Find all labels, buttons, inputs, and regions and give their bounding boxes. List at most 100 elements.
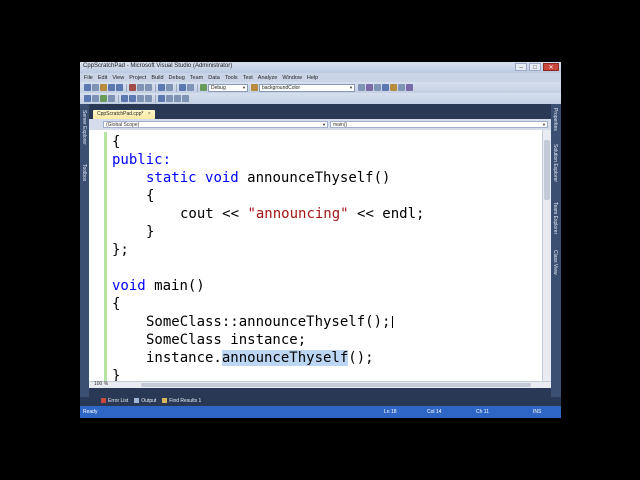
copy-icon[interactable] <box>137 84 144 91</box>
document-tab-label: CppScratchPad.cpp* <box>97 111 144 117</box>
toolbar-separator <box>155 94 156 103</box>
output-tab[interactable]: Output <box>134 398 156 404</box>
menu-data[interactable]: Data <box>208 75 220 81</box>
parameter-info-icon[interactable] <box>92 95 99 102</box>
object-browser-icon[interactable] <box>382 84 389 91</box>
extension-manager-icon[interactable] <box>406 84 413 91</box>
next-bookmark-icon[interactable] <box>174 95 181 102</box>
menu-debug[interactable]: Debug <box>169 75 185 81</box>
code-token: "announcing" <box>247 206 349 222</box>
find-results-label: Find Results 1 <box>169 397 202 404</box>
start-debugging-icon[interactable] <box>200 84 207 91</box>
code-token: main() <box>154 278 205 294</box>
find-combo[interactable]: backgroundColor ▼ <box>259 83 355 92</box>
find-in-files-icon[interactable] <box>251 84 258 91</box>
horizontal-scroll-row: 100 % <box>89 381 551 388</box>
add-item-icon[interactable] <box>92 84 99 91</box>
text-caret <box>392 316 394 328</box>
save-icon[interactable] <box>108 84 115 91</box>
redo-icon[interactable] <box>166 84 173 91</box>
code-editor[interactable]: { public: static void announceThyself() … <box>89 130 542 381</box>
solution-configuration-value: Debug <box>211 84 226 91</box>
code-line: void main() <box>112 277 205 295</box>
menu-analyze[interactable]: Analyze <box>258 75 278 81</box>
menu-test[interactable]: Test <box>243 75 253 81</box>
maximize-button[interactable]: □ <box>529 63 541 71</box>
close-tab-icon[interactable]: × <box>148 111 151 117</box>
save-all-icon[interactable] <box>116 84 123 91</box>
clear-bookmarks-icon[interactable] <box>182 95 189 102</box>
server-explorer-tab[interactable]: Server Explorer <box>81 110 87 145</box>
solution-explorer-icon[interactable] <box>366 84 373 91</box>
complete-word-icon[interactable] <box>100 95 107 102</box>
solution-explorer-tab[interactable]: Solution Explorer <box>552 144 558 182</box>
code-token: void <box>112 278 146 294</box>
list-members-icon[interactable] <box>108 95 115 102</box>
menu-team[interactable]: Team <box>190 75 203 81</box>
member-select[interactable]: main() ▼ <box>330 121 548 128</box>
toggle-bookmark-icon[interactable] <box>158 95 165 102</box>
horizontal-scroll-thumb[interactable] <box>141 383 531 387</box>
toolbar-separator <box>155 83 156 92</box>
status-line: Ln 18 <box>384 409 397 415</box>
code-line: static void announceThyself() <box>146 169 390 187</box>
error-list-icon <box>101 398 106 403</box>
new-project-icon[interactable] <box>84 84 91 91</box>
code-line: { <box>146 187 154 205</box>
status-char: Ch 11 <box>476 409 489 415</box>
editor-gutter <box>89 130 107 381</box>
paste-icon[interactable] <box>145 84 152 91</box>
menu-view[interactable]: View <box>112 75 124 81</box>
uncomment-icon[interactable] <box>145 95 152 102</box>
chevron-down-icon: ▼ <box>542 122 546 127</box>
minimize-button[interactable]: – <box>515 63 527 71</box>
menu-edit[interactable]: Edit <box>98 75 107 81</box>
menu-file[interactable]: File <box>84 75 93 81</box>
toolbox-icon[interactable] <box>390 84 397 91</box>
menu-build[interactable]: Build <box>151 75 163 81</box>
navigate-backward-icon[interactable] <box>179 84 186 91</box>
selected-text: announceThyself <box>221 350 349 366</box>
quick-info-icon[interactable] <box>84 95 91 102</box>
close-button[interactable]: ✕ <box>543 63 559 71</box>
solution-configuration-select[interactable]: Debug ▼ <box>208 83 248 92</box>
cut-icon[interactable] <box>129 84 136 91</box>
zoom-level[interactable]: 100 % <box>94 381 108 387</box>
increase-indent-icon[interactable] <box>129 95 136 102</box>
comment-out-icon[interactable] <box>137 95 144 102</box>
toolbar-separator <box>176 83 177 92</box>
vertical-scrollbar[interactable] <box>542 130 551 381</box>
vertical-scroll-thumb[interactable] <box>544 140 550 200</box>
document-tab[interactable]: CppScratchPad.cpp* × <box>93 110 155 119</box>
right-dock-strip: Properties Solution Explorer Team Explor… <box>551 104 561 397</box>
status-ready: Ready <box>83 409 98 415</box>
menu-help[interactable]: Help <box>307 75 318 81</box>
properties-tab[interactable]: Properties <box>552 108 558 131</box>
menu-window[interactable]: Window <box>282 75 302 81</box>
toolbox-tab[interactable]: Toolbox <box>81 164 87 181</box>
decrease-indent-icon[interactable] <box>121 95 128 102</box>
navigate-forward-icon[interactable] <box>187 84 194 91</box>
code-area[interactable]: { public: static void announceThyself() … <box>112 130 540 381</box>
code-line: SomeClass instance; <box>146 331 306 349</box>
open-file-icon[interactable] <box>100 84 107 91</box>
left-dock-strip: Server Explorer Toolbox <box>80 104 89 397</box>
class-view-tab[interactable]: Class View <box>552 250 558 275</box>
find-icon[interactable] <box>358 84 365 91</box>
undo-icon[interactable] <box>158 84 165 91</box>
menu-bar: File Edit View Project Build Debug Team … <box>80 73 561 82</box>
menu-tools[interactable]: Tools <box>225 75 238 81</box>
start-page-icon[interactable] <box>398 84 405 91</box>
code-line: SomeClass::announceThyself(); <box>146 313 394 331</box>
properties-icon[interactable] <box>374 84 381 91</box>
error-list-tab[interactable]: Error List <box>101 398 128 404</box>
output-label: Output <box>141 397 157 404</box>
team-explorer-tab[interactable]: Team Explorer <box>552 202 558 234</box>
visual-studio-window: CppScratchPad - Microsoft Visual Studio … <box>80 62 561 418</box>
previous-bookmark-icon[interactable] <box>166 95 173 102</box>
toolbar-separator <box>118 94 119 103</box>
menu-project[interactable]: Project <box>129 75 146 81</box>
find-results-tab[interactable]: Find Results 1 <box>162 398 201 404</box>
scope-select[interactable]: (Global Scope) ▼ <box>103 121 328 128</box>
code-token: { <box>112 296 121 312</box>
